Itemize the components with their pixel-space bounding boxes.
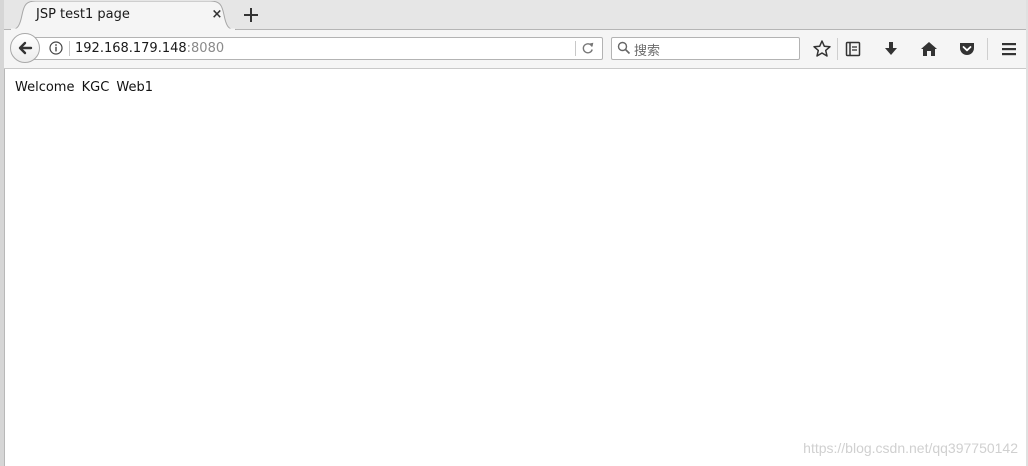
tab-close-icon[interactable]: × xyxy=(210,7,224,23)
new-tab-icon[interactable] xyxy=(240,4,262,26)
reading-list-icon[interactable] xyxy=(843,39,863,59)
url-host: 192.168.179.148 xyxy=(75,41,187,56)
welcome-text: Welcome KGC Web1 xyxy=(15,80,154,95)
page-content: Welcome KGC Web1 https://blog.csdn.net/q… xyxy=(5,69,1026,466)
url-port: :8080 xyxy=(186,41,225,56)
pocket-icon[interactable] xyxy=(957,39,977,59)
tab-active[interactable]: JSP test1 page × xyxy=(10,1,236,30)
menu-icon[interactable] xyxy=(999,39,1019,59)
home-icon[interactable] xyxy=(919,39,939,59)
navigation-toolbar: 192.168.179.148:8080 搜索 xyxy=(4,30,1026,69)
toolbar-separator xyxy=(987,38,988,60)
tab-strip: JSP test1 page × xyxy=(4,0,1026,30)
reload-separator xyxy=(575,41,576,56)
url-separator xyxy=(69,41,70,56)
info-icon[interactable] xyxy=(49,41,63,55)
toolbar-separator xyxy=(837,38,838,60)
search-placeholder: 搜索 xyxy=(634,44,661,59)
tab-title: JSP test1 page xyxy=(36,7,130,22)
download-icon[interactable] xyxy=(881,39,901,59)
search-icon xyxy=(617,41,631,55)
back-arrow-icon xyxy=(18,41,33,55)
bookmark-star-icon[interactable] xyxy=(812,39,832,59)
reload-icon[interactable] xyxy=(581,41,595,55)
watermark: https://blog.csdn.net/qq397750142 xyxy=(803,440,1018,456)
back-button[interactable] xyxy=(10,33,40,63)
search-bar[interactable]: 搜索 xyxy=(611,37,800,60)
url-text[interactable]: 192.168.179.148:8080 xyxy=(75,41,224,56)
url-bar[interactable]: 192.168.179.148:8080 xyxy=(30,37,603,60)
browser-window: JSP test1 page × 192.168.179.148:8080 搜索… xyxy=(0,0,1028,466)
